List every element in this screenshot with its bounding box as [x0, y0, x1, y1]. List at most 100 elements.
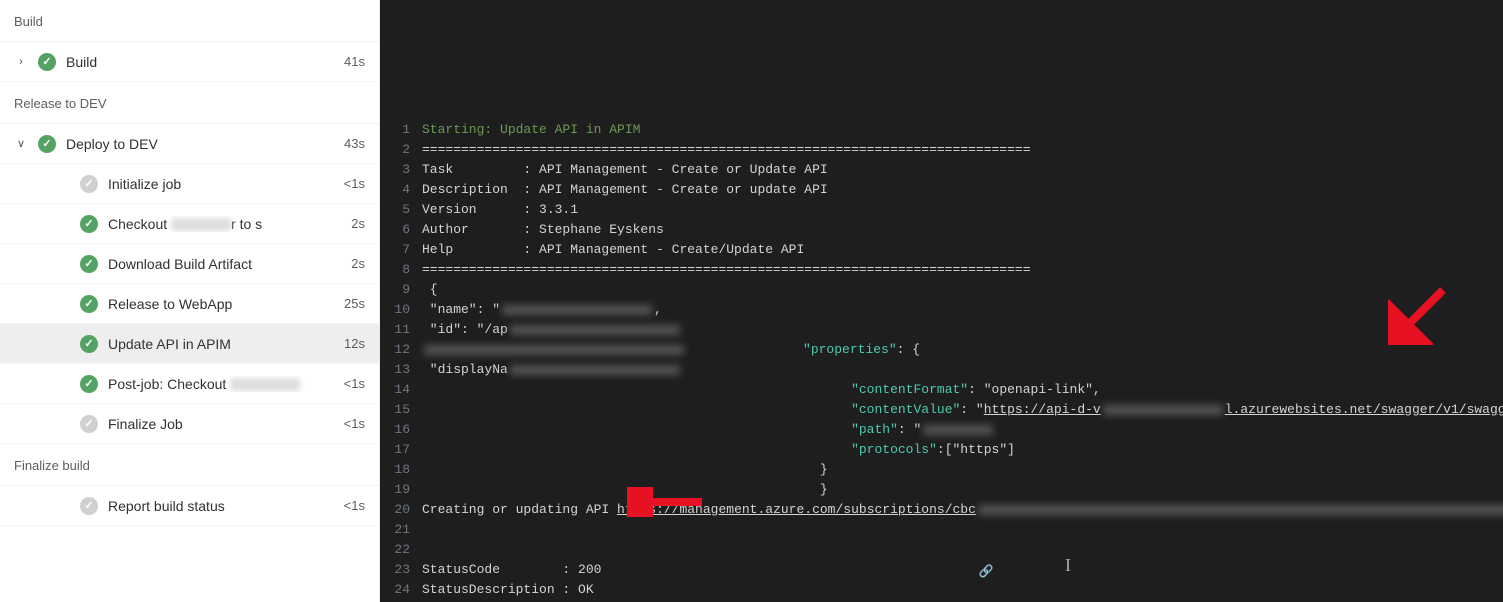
pipeline-step[interactable]: ✓ Checkout r to s 2s [0, 204, 379, 244]
log-line[interactable]: 8=======================================… [380, 260, 1503, 280]
log-line[interactable]: 10 "name": ", [380, 300, 1503, 320]
log-line[interactable]: 14 "contentFormat": "openapi-link", [380, 380, 1503, 400]
pipeline-step[interactable]: ✓Download Build Artifact2s [0, 244, 379, 284]
line-content: "name": ", [420, 300, 662, 320]
log-line[interactable]: 9 { [380, 280, 1503, 300]
line-number: 8 [380, 260, 420, 280]
log-line[interactable]: 3Task : API Management - Create or Updat… [380, 160, 1503, 180]
line-content: Description : API Management - Create or… [420, 180, 828, 200]
neutral-icon: ✓ [80, 497, 98, 515]
log-line[interactable]: 11 "id": "/ap [380, 320, 1503, 340]
line-content [420, 540, 422, 560]
section-heading: Build [0, 0, 379, 42]
success-icon: ✓ [80, 255, 98, 273]
line-number: 20 [380, 500, 420, 520]
log-line[interactable]: 15 "contentValue": "https://api-d-vl.azu… [380, 400, 1503, 420]
line-number: 22 [380, 540, 420, 560]
line-number: 16 [380, 420, 420, 440]
step-label: Finalize Job [108, 416, 334, 432]
pipeline-step[interactable]: ✓ Update API in APIM 12s [0, 324, 379, 364]
pipeline-steps-sidebar[interactable]: Build›✓Build41sRelease to DEV∨✓Deploy to… [0, 0, 380, 602]
line-number: 10 [380, 300, 420, 320]
log-line[interactable]: 22 [380, 540, 1503, 560]
line-content: "displayNa [420, 360, 682, 380]
step-label: Release to WebApp [108, 296, 334, 312]
success-icon: ✓ [80, 295, 98, 313]
log-line[interactable]: 23StatusCode : 200 [380, 560, 1503, 580]
line-number: 4 [380, 180, 420, 200]
line-number: 19 [380, 480, 420, 500]
step-duration: 12s [344, 336, 365, 351]
step-duration: <1s [344, 416, 365, 431]
step-duration: 2s [351, 216, 365, 231]
log-line[interactable]: 4Description : API Management - Create o… [380, 180, 1503, 200]
step-duration: 41s [344, 54, 365, 69]
pipeline-step[interactable]: ✓Post-job: Checkout <1s [0, 364, 379, 404]
line-content: Task : API Management - Create or Update… [420, 160, 828, 180]
log-line[interactable]: 5Version : 3.3.1 [380, 200, 1503, 220]
step-label: Build [66, 54, 334, 70]
line-number: 12 [380, 340, 420, 360]
line-number: 18 [380, 460, 420, 480]
line-number: 13 [380, 360, 420, 380]
line-content: ========================================… [420, 140, 1031, 160]
log-line[interactable]: 12 "properties": { [380, 340, 1503, 360]
line-number: 9 [380, 280, 420, 300]
log-line[interactable]: 18 } [380, 460, 1503, 480]
pipeline-step[interactable]: ›✓Build41s [0, 42, 379, 82]
line-content: } [420, 480, 828, 500]
log-line[interactable]: 13 "displayNa [380, 360, 1503, 380]
line-number: 14 [380, 380, 420, 400]
log-line[interactable]: 20Creating or updating API https://manag… [380, 500, 1503, 520]
line-number: 5 [380, 200, 420, 220]
step-duration: 25s [344, 296, 365, 311]
log-line[interactable]: 7Help : API Management - Create/Update A… [380, 240, 1503, 260]
line-content: StatusDescription : OK [420, 580, 594, 600]
log-line[interactable]: 2=======================================… [380, 140, 1503, 160]
line-number: 3 [380, 160, 420, 180]
pipeline-step[interactable]: ✓ Finalize Job <1s [0, 404, 379, 444]
log-line[interactable]: 17 "protocols":["https"] [380, 440, 1503, 460]
line-content: } [420, 460, 828, 480]
pipeline-step[interactable]: ✓Initialize job<1s [0, 164, 379, 204]
line-content: "id": "/ap [420, 320, 682, 340]
line-number: 11 [380, 320, 420, 340]
line-number: 1 [380, 120, 420, 140]
line-number: 17 [380, 440, 420, 460]
pipeline-step[interactable]: ∨✓Deploy to DEV43s [0, 124, 379, 164]
line-content: Author : Stephane Eyskens [420, 220, 664, 240]
step-duration: 2s [351, 256, 365, 271]
step-duration: <1s [344, 376, 365, 391]
log-line[interactable]: 16 "path": " [380, 420, 1503, 440]
log-line[interactable]: 24StatusDescription : OK [380, 580, 1503, 600]
line-number: 6 [380, 220, 420, 240]
log-viewer[interactable]: 🔗 I 1Starting: Update API in APIM2======… [380, 0, 1503, 602]
step-label: Report build status [108, 498, 334, 514]
line-number: 23 [380, 560, 420, 580]
line-content: StatusCode : 200 [420, 560, 601, 580]
line-content: { [420, 280, 438, 300]
section-heading: Release to DEV [0, 82, 379, 124]
log-line[interactable]: 1Starting: Update API in APIM [380, 120, 1503, 140]
log-line[interactable]: 19 } [380, 480, 1503, 500]
line-number: 21 [380, 520, 420, 540]
line-content: Help : API Management - Create/Update AP… [420, 240, 804, 260]
step-label: Checkout r to s [108, 216, 341, 232]
neutral-icon: ✓ [80, 415, 98, 433]
log-line[interactable]: 6Author : Stephane Eyskens [380, 220, 1503, 240]
line-content: Version : 3.3.1 [420, 200, 578, 220]
line-content: "protocols":["https"] [420, 440, 1015, 460]
success-icon: ✓ [38, 53, 56, 71]
line-content [420, 520, 422, 540]
line-content: "properties": { [420, 340, 920, 360]
log-line[interactable]: 21 [380, 520, 1503, 540]
line-content: "path": " [420, 420, 995, 440]
pipeline-step[interactable]: ✓ Release to WebApp 25s [0, 284, 379, 324]
chevron-down-icon: ∨ [14, 137, 28, 150]
success-icon: ✓ [80, 215, 98, 233]
step-label: Update API in APIM [108, 336, 334, 352]
line-number: 2 [380, 140, 420, 160]
step-label: Initialize job [108, 176, 334, 192]
pipeline-step[interactable]: ✓Report build status<1s [0, 486, 379, 526]
success-icon: ✓ [80, 335, 98, 353]
